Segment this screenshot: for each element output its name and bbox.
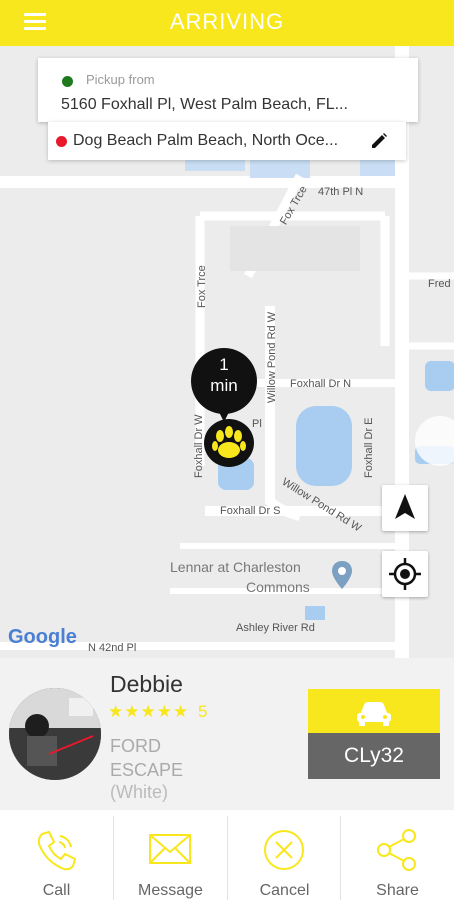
car-icon <box>357 702 391 726</box>
street-label: 47th Pl N <box>318 186 364 198</box>
street-label: Foxhall Dr E <box>363 417 375 478</box>
street-label: Ashley River Rd <box>236 622 315 634</box>
share-button[interactable]: Share <box>341 810 454 900</box>
place-pin-icon <box>332 561 352 589</box>
pickup-address: 5160 Foxhall Pl, West Palm Beach, FL... <box>61 96 348 113</box>
my-location-button[interactable] <box>382 551 428 597</box>
place-label: Commons <box>246 579 310 595</box>
navigate-button[interactable] <box>382 485 428 531</box>
eta-bubble: 1 min <box>191 348 257 414</box>
eta-unit: min <box>210 376 238 395</box>
top-bar: ARRIVING <box>0 0 454 46</box>
place-label: Lennar at Charleston <box>170 559 301 575</box>
street-label: Fred <box>428 278 451 290</box>
navigation-arrow-icon <box>395 494 415 519</box>
destination-card[interactable]: Dog Beach Palm Beach, North Oce... <box>48 122 406 160</box>
car-badge <box>308 689 440 733</box>
pickup-label: Pickup from <box>86 72 155 87</box>
share-label: Share <box>376 882 419 899</box>
call-label: Call <box>42 882 71 899</box>
destination-address: Dog Beach Palm Beach, North Oce... <box>73 132 339 149</box>
rating-stars: ★★★★★ <box>108 702 190 721</box>
street-label: Foxhall Dr N <box>290 378 352 390</box>
pickup-dot-icon <box>62 76 73 87</box>
rating-value: 5 <box>198 702 208 721</box>
driver-location-paw-icon <box>204 419 254 467</box>
cancel-button[interactable]: Cancel <box>228 810 341 900</box>
crosshair-icon <box>389 558 421 590</box>
google-attribution: Google <box>8 626 77 648</box>
driver-avatar <box>9 688 101 780</box>
cancel-circle-icon <box>264 830 304 870</box>
driver-panel: Debbie ★★★★★ 5 FORD ESCAPE (White) CLy32 <box>0 658 454 810</box>
eta-value: 1 <box>219 355 229 374</box>
message-button[interactable]: Message <box>114 810 227 900</box>
license-plate: CLy32 <box>308 733 440 779</box>
edit-pencil-icon[interactable] <box>370 132 388 150</box>
street-label: Fox Trce <box>196 265 208 308</box>
message-label: Message <box>138 882 203 899</box>
cancel-label: Cancel <box>259 882 310 899</box>
destination-dot-icon <box>56 136 67 147</box>
street-label: Willow Pond Rd W <box>266 311 278 403</box>
screen-title: ARRIVING <box>169 9 285 34</box>
street-label: Foxhall Dr S <box>220 505 281 517</box>
action-bar: Call Message Cancel Share <box>0 810 454 900</box>
street-label: N 42nd Pl <box>88 642 137 654</box>
phone-icon <box>37 830 77 871</box>
driver-name: Debbie <box>110 671 183 697</box>
pickup-card[interactable]: Pickup from 5160 Foxhall Pl, West Palm B… <box>38 58 418 122</box>
envelope-icon <box>149 834 191 864</box>
call-button[interactable]: Call <box>0 810 113 900</box>
car-color: (White) <box>110 782 168 802</box>
share-icon <box>377 829 416 871</box>
car-model: FORD ESCAPE <box>110 736 184 780</box>
